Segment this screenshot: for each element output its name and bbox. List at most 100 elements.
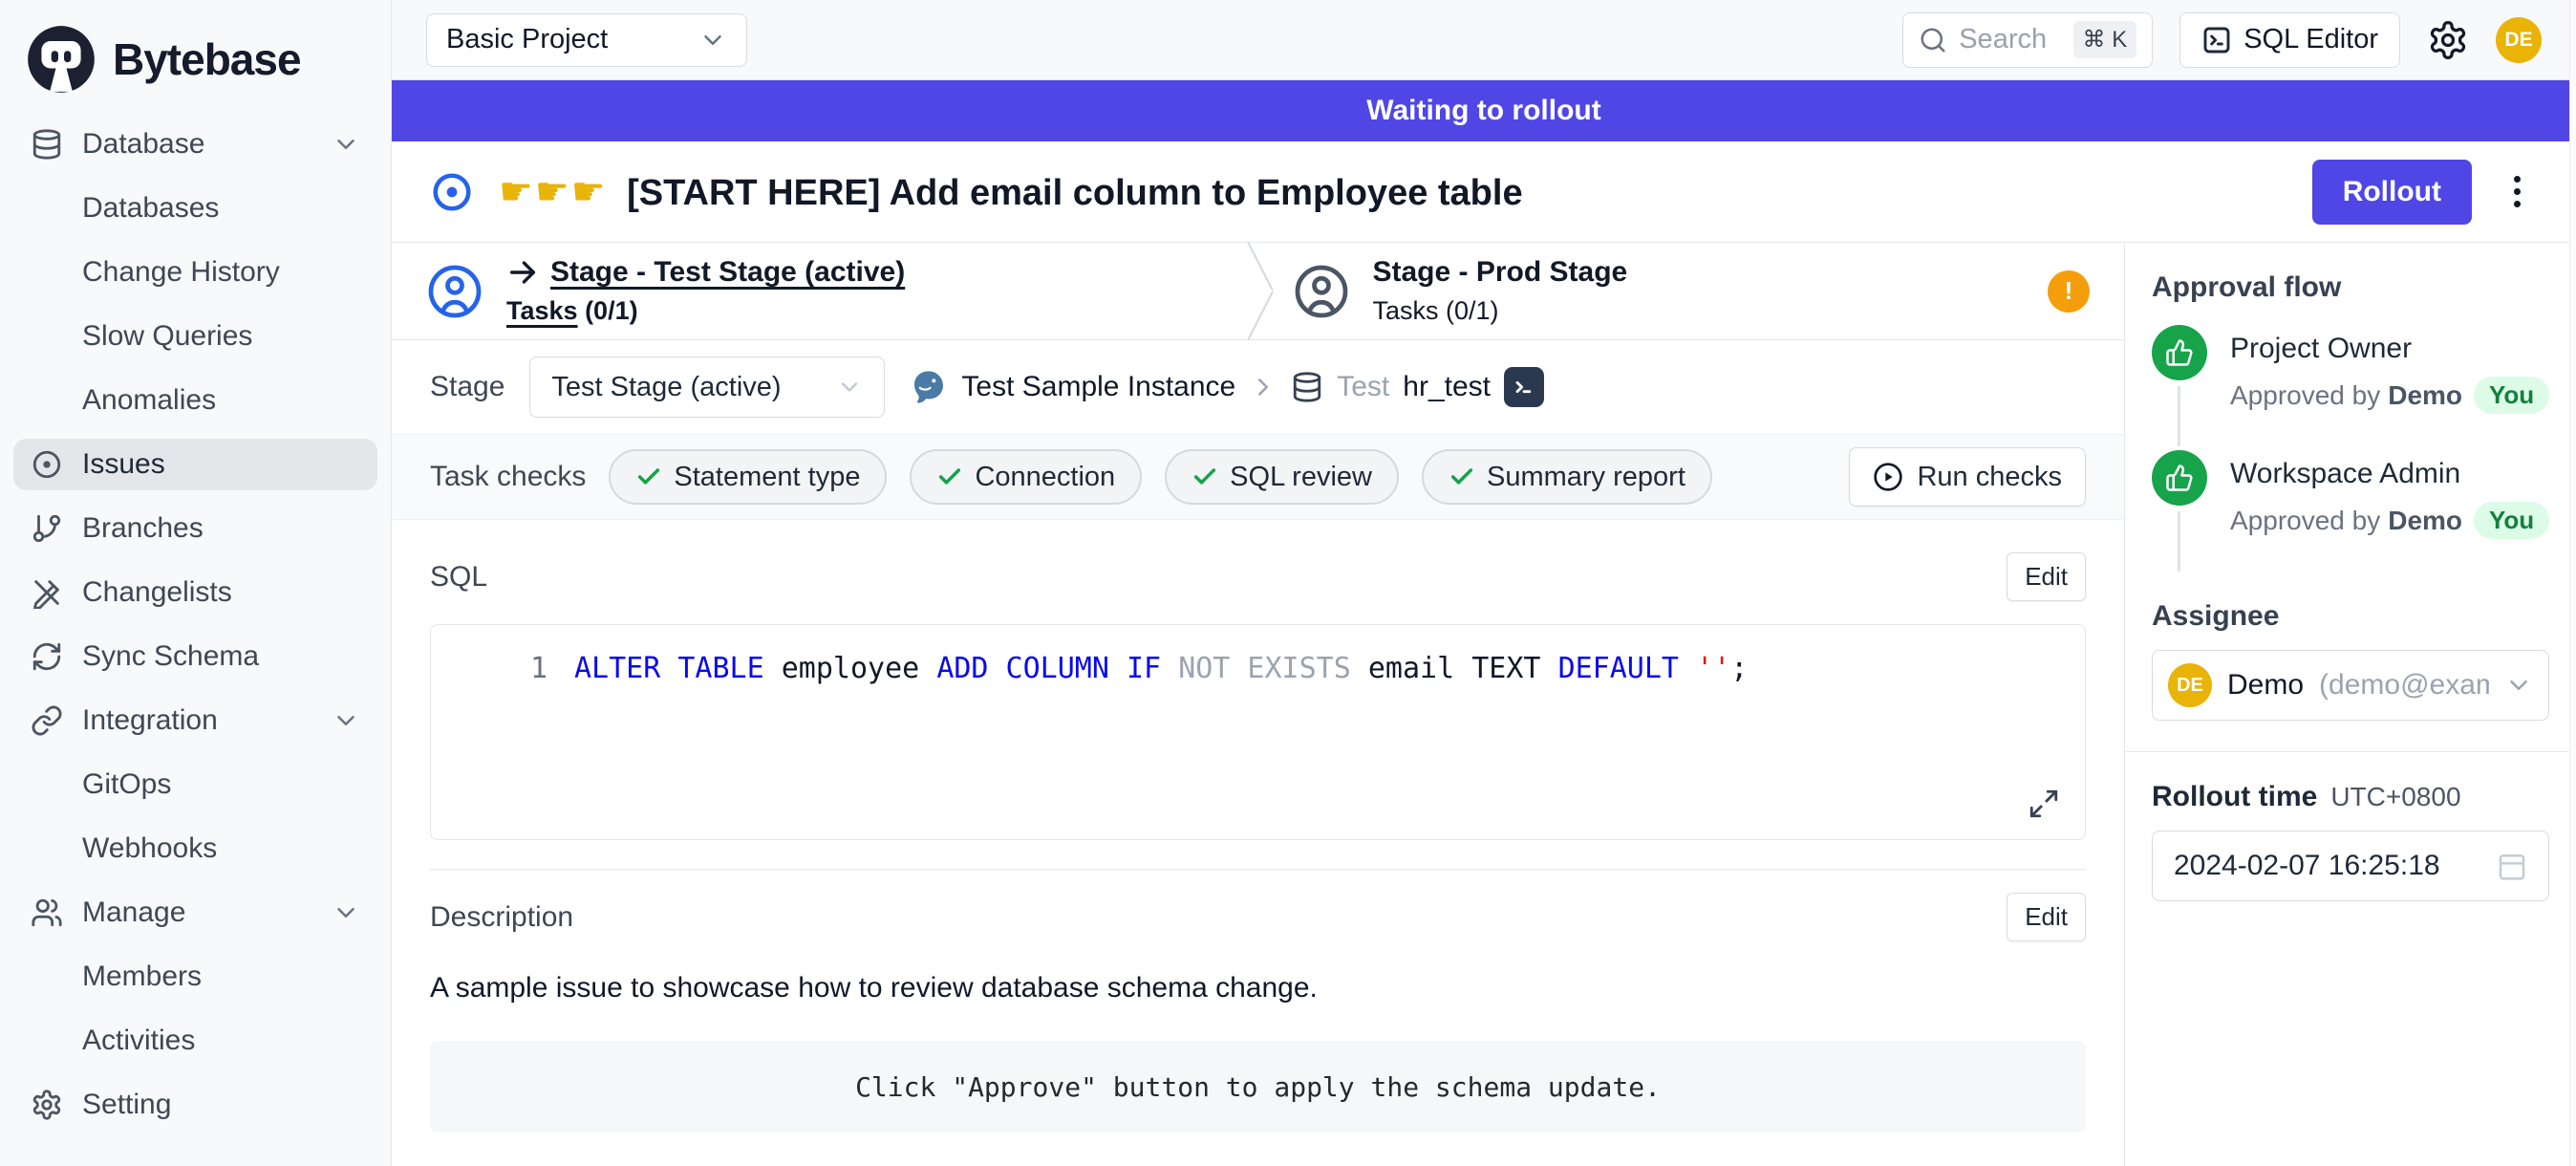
rollout-button[interactable]: Rollout xyxy=(2312,160,2472,225)
sidebar-item[interactable]: Anomalies xyxy=(13,375,377,426)
topbar: Basic Project Search ⌘ K SQL Editor xyxy=(392,0,2576,80)
sidebar-item[interactable]: Members xyxy=(13,951,377,1003)
task-checks-label: Task checks xyxy=(430,461,586,493)
approval-role: Workspace Admin xyxy=(2230,458,2549,490)
database-name[interactable]: hr_test xyxy=(1403,371,1491,403)
git-branch-icon xyxy=(31,512,63,545)
kebab-menu-icon[interactable] xyxy=(2497,166,2538,217)
assignee-name: Demo xyxy=(2227,669,2304,702)
sidebar-item[interactable]: Integration xyxy=(13,695,377,746)
project-selector-value: Basic Project xyxy=(446,24,608,55)
sql-statement: ALTER TABLE employee ADD COLUMN IF NOT E… xyxy=(574,652,1748,685)
instance-name[interactable]: Test Sample Instance xyxy=(961,371,1235,403)
scrollbar[interactable] xyxy=(2569,0,2576,1166)
check-icon xyxy=(635,464,662,490)
project-selector[interactable]: Basic Project xyxy=(426,13,747,67)
task-checks-row: Task checks Statement type Connection xyxy=(392,434,2124,520)
users-icon xyxy=(31,896,63,929)
user-circle-icon xyxy=(1293,263,1350,320)
content-row: Stage - Test Stage (active) Tasks (0/1) xyxy=(392,243,2576,1166)
task-check-pill[interactable]: Statement type xyxy=(609,449,887,505)
bytebase-logo-icon xyxy=(25,23,97,96)
issue-open-icon xyxy=(430,170,474,214)
gear-icon[interactable] xyxy=(2427,19,2469,61)
assignee-avatar: DE xyxy=(2168,663,2212,707)
stage-label: Stage xyxy=(430,371,504,403)
chevron-down-icon xyxy=(332,898,360,927)
assignee-title: Assignee xyxy=(2152,600,2549,633)
description-text: A sample issue to showcase how to review… xyxy=(430,972,2086,1004)
sql-title: SQL xyxy=(430,561,487,594)
user-circle-icon xyxy=(426,263,483,320)
task-check-pill[interactable]: Summary report xyxy=(1422,449,1712,505)
search-icon xyxy=(1919,26,1947,54)
check-icon xyxy=(936,464,963,490)
sidebar-item[interactable]: Sync Schema xyxy=(13,631,377,682)
sql-edit-button[interactable]: Edit xyxy=(2007,552,2086,601)
sidebar-item[interactable]: GitOps xyxy=(13,759,377,810)
rollout-time-label: Rollout time xyxy=(2152,781,2317,813)
sidebar-item[interactable]: Change History xyxy=(13,247,377,298)
you-badge: You xyxy=(2474,377,2549,414)
stage-tasks[interactable]: Tasks (0/1) xyxy=(1373,296,1628,326)
stage-select-value: Test Stage (active) xyxy=(551,372,781,403)
approval-flow-title: Approval flow xyxy=(2152,271,2549,304)
sidebar-item[interactable]: Changelists xyxy=(13,567,377,618)
description-code-block: Click "Approve" button to apply the sche… xyxy=(430,1041,2086,1133)
sidebar-item[interactable]: Manage xyxy=(13,887,377,939)
sql-editor-label: SQL Editor xyxy=(2243,24,2378,55)
sidebar-item[interactable]: Branches xyxy=(13,503,377,554)
description-edit-button[interactable]: Edit xyxy=(2007,893,2086,941)
rollout-timezone: UTC+0800 xyxy=(2330,782,2460,812)
line-number: 1 xyxy=(431,652,574,685)
sidebar-item[interactable]: Activities xyxy=(13,1015,377,1067)
gear-icon xyxy=(31,1089,63,1121)
sidebar-item[interactable]: Database xyxy=(13,119,377,170)
sidebar-item[interactable]: Setting xyxy=(13,1079,377,1131)
run-checks-button[interactable]: Run checks xyxy=(1849,447,2086,507)
sidebar-item[interactable]: Slow Queries xyxy=(13,311,377,362)
search-shortcut-badge: ⌘ K xyxy=(2073,21,2137,58)
sql-editor[interactable]: 1 ALTER TABLE employee ADD COLUMN IF NOT… xyxy=(430,624,2086,840)
divider xyxy=(2125,751,2576,752)
changelist-icon xyxy=(31,576,63,609)
assignee-select[interactable]: DE Demo (demo@example xyxy=(2152,650,2549,721)
check-icon xyxy=(1449,464,1475,490)
thumbs-up-icon xyxy=(2152,450,2207,506)
chevron-right-icon xyxy=(1249,373,1277,401)
sidebar-item[interactable]: Webhooks xyxy=(13,823,377,874)
stage-tab[interactable]: Stage - Prod Stage Tasks (0/1) ! xyxy=(1258,243,2125,339)
user-avatar[interactable]: DE xyxy=(2496,17,2542,63)
link-icon xyxy=(31,704,63,737)
pointing-right-emoji: ☛☛☛ xyxy=(499,171,608,213)
chevron-down-icon xyxy=(836,374,863,400)
stage-select[interactable]: Test Stage (active) xyxy=(529,356,885,418)
arrow-right-icon xyxy=(506,256,539,289)
brand-name: Bytebase xyxy=(113,33,301,85)
approval-role: Project Owner xyxy=(2230,333,2549,365)
issue-header: ☛☛☛ [START HERE] Add email column to Emp… xyxy=(392,141,2576,243)
terminal-icon xyxy=(2201,25,2232,55)
sidebar-item[interactable]: Databases xyxy=(13,183,377,234)
expand-icon[interactable] xyxy=(2028,788,2060,820)
open-sql-editor-icon[interactable] xyxy=(1504,367,1544,407)
stage-tab[interactable]: Stage - Test Stage (active) Tasks (0/1) xyxy=(392,243,1258,339)
database-icon xyxy=(31,128,63,161)
brand-logo[interactable]: Bytebase xyxy=(13,17,377,119)
approval-step: Project Owner Approved by Demo You xyxy=(2152,325,2549,450)
task-check-pill[interactable]: SQL review xyxy=(1165,449,1399,505)
sidebar-item[interactable]: Issues xyxy=(13,439,377,490)
task-check-pill[interactable]: Connection xyxy=(910,449,1142,505)
warning-badge: ! xyxy=(2048,270,2090,313)
sql-editor-button[interactable]: SQL Editor xyxy=(2179,12,2400,68)
status-banner: Waiting to rollout xyxy=(392,80,2576,141)
chevron-down-icon xyxy=(332,130,360,159)
main-area: Basic Project Search ⌘ K SQL Editor xyxy=(392,0,2576,1166)
stage-selector-row: Stage Test Stage (active) xyxy=(392,340,2124,434)
issue-content: Stage - Test Stage (active) Tasks (0/1) xyxy=(392,243,2125,1166)
search-input[interactable]: Search ⌘ K xyxy=(1902,12,2153,68)
description-section: Description Edit A sample issue to showc… xyxy=(392,870,2124,1133)
stage-tasks[interactable]: Tasks (0/1) xyxy=(506,296,905,326)
rollout-time-input[interactable]: 2024-02-07 16:25:18 xyxy=(2152,831,2549,901)
assignee-email: (demo@example xyxy=(2319,669,2489,702)
